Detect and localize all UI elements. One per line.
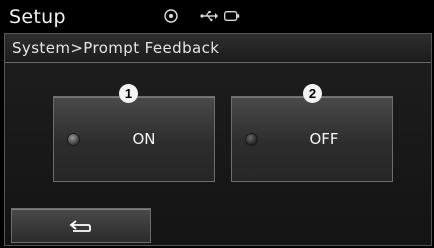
back-button[interactable] <box>11 208 151 243</box>
return-arrow-icon <box>69 220 91 232</box>
option-off-button[interactable]: OFF <box>231 96 393 182</box>
disc-icon <box>164 9 178 23</box>
status-icons <box>164 8 262 24</box>
breadcrumb-bar: System>Prompt Feedback <box>5 34 431 63</box>
radio-indicator-off <box>245 133 258 146</box>
usb-icon <box>200 10 218 22</box>
option-on-label: ON <box>132 130 156 148</box>
settings-panel: System>Prompt Feedback ON OFF 1 2 <box>4 33 432 246</box>
page-title: Setup <box>9 6 66 28</box>
breadcrumb: System>Prompt Feedback <box>12 39 220 57</box>
battery-icon <box>224 11 240 21</box>
option-off-label: OFF <box>309 130 339 148</box>
callout-marker-1: 1 <box>119 84 138 103</box>
header-bar: Setup <box>0 0 434 33</box>
option-on-button[interactable]: ON <box>53 96 215 182</box>
callout-marker-2: 2 <box>303 84 322 103</box>
radio-indicator-on <box>67 133 80 146</box>
